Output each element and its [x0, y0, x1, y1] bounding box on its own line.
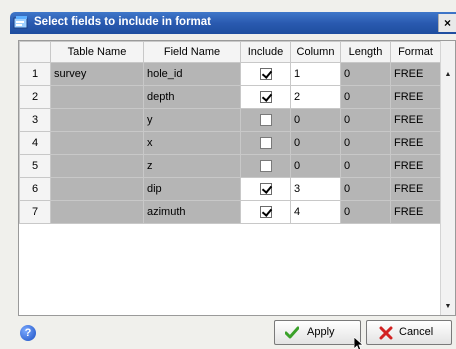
include-checkbox[interactable]: [259, 91, 272, 104]
apply-button[interactable]: Apply: [274, 320, 361, 345]
length-cell[interactable]: 0: [340, 131, 391, 155]
table-name-cell: [50, 177, 144, 201]
format-cell[interactable]: FREE: [390, 62, 441, 86]
column-header-table-name[interactable]: Table Name: [50, 41, 144, 63]
close-button[interactable]: ×: [438, 14, 456, 32]
checkmark-icon: [285, 326, 299, 339]
row-number[interactable]: 4: [19, 131, 51, 155]
format-cell[interactable]: FREE: [390, 154, 441, 178]
field-name-cell: hole_id: [143, 62, 241, 86]
table-name-cell: survey: [50, 62, 144, 86]
mouse-cursor-icon: [354, 337, 364, 349]
table-name-cell: [50, 131, 144, 155]
table-row[interactable]: 3 y 0 0 FREE: [19, 108, 441, 132]
include-cell[interactable]: [240, 131, 291, 155]
format-cell[interactable]: FREE: [390, 108, 441, 132]
row-number[interactable]: 6: [19, 177, 51, 201]
table-name-cell: [50, 108, 144, 132]
fields-grid: Table Name Field Name Include Column Len…: [18, 40, 456, 316]
include-checkbox[interactable]: [259, 68, 272, 81]
include-checkbox[interactable]: [259, 137, 272, 150]
dialog-window: Select fields to include in format × Tab…: [0, 0, 456, 349]
apply-label: Apply: [307, 326, 335, 338]
include-checkbox[interactable]: [259, 160, 272, 173]
column-cell[interactable]: 0: [290, 131, 341, 155]
row-number[interactable]: 5: [19, 154, 51, 178]
title-bar[interactable]: Select fields to include in format ×: [10, 12, 456, 34]
scroll-down-arrow-icon[interactable]: ▼: [441, 299, 455, 315]
column-cell[interactable]: 4: [290, 200, 341, 224]
vertical-scrollbar[interactable]: ▲ ▼: [440, 41, 455, 315]
length-cell[interactable]: 0: [340, 108, 391, 132]
column-header-format[interactable]: Format: [390, 41, 441, 63]
table-row[interactable]: 1 survey hole_id 1 0 FREE: [19, 62, 441, 86]
table-name-cell: [50, 85, 144, 109]
table-row[interactable]: 6 dip 3 0 FREE: [19, 177, 441, 201]
include-cell[interactable]: [240, 200, 291, 224]
table-row[interactable]: 2 depth 2 0 FREE: [19, 85, 441, 109]
include-cell[interactable]: [240, 154, 291, 178]
length-cell[interactable]: 0: [340, 62, 391, 86]
column-cell[interactable]: 3: [290, 177, 341, 201]
scroll-up-arrow-icon[interactable]: ▲: [441, 67, 455, 83]
length-cell[interactable]: 0: [340, 85, 391, 109]
column-cell[interactable]: 1: [290, 62, 341, 86]
include-cell[interactable]: [240, 85, 291, 109]
include-cell[interactable]: [240, 62, 291, 86]
include-checkbox[interactable]: [259, 206, 272, 219]
field-name-cell: z: [143, 154, 241, 178]
include-cell[interactable]: [240, 177, 291, 201]
red-x-icon: [379, 326, 393, 340]
fields-table: Table Name Field Name Include Column Len…: [19, 41, 441, 224]
corner-header: [19, 41, 51, 63]
table-name-cell: [50, 200, 144, 224]
format-cell[interactable]: FREE: [390, 200, 441, 224]
dialog-body: Table Name Field Name Include Column Len…: [10, 34, 456, 349]
cancel-button[interactable]: Cancel: [366, 320, 452, 345]
length-cell[interactable]: 0: [340, 154, 391, 178]
column-header-length[interactable]: Length: [340, 41, 391, 63]
length-cell[interactable]: 0: [340, 200, 391, 224]
row-number[interactable]: 2: [19, 85, 51, 109]
row-number[interactable]: 7: [19, 200, 51, 224]
cancel-label: Cancel: [399, 326, 434, 338]
field-name-cell: dip: [143, 177, 241, 201]
window-title: Select fields to include in format: [34, 16, 212, 28]
format-cell[interactable]: FREE: [390, 85, 441, 109]
field-name-cell: y: [143, 108, 241, 132]
table-row[interactable]: 4 x 0 0 FREE: [19, 131, 441, 155]
field-name-cell: depth: [143, 85, 241, 109]
length-cell[interactable]: 0: [340, 177, 391, 201]
help-icon[interactable]: ?: [20, 325, 36, 341]
table-row[interactable]: 7 azimuth 4 0 FREE: [19, 200, 441, 224]
row-number[interactable]: 3: [19, 108, 51, 132]
field-name-cell: x: [143, 131, 241, 155]
column-header-include[interactable]: Include: [240, 41, 291, 63]
format-cell[interactable]: FREE: [390, 177, 441, 201]
table-name-cell: [50, 154, 144, 178]
include-cell[interactable]: [240, 108, 291, 132]
format-cell[interactable]: FREE: [390, 131, 441, 155]
table-row[interactable]: 5 z 0 0 FREE: [19, 154, 441, 178]
row-number[interactable]: 1: [19, 62, 51, 86]
grid-header-row: Table Name Field Name Include Column Len…: [19, 41, 441, 63]
app-icon: [13, 16, 28, 29]
include-checkbox[interactable]: [259, 183, 272, 196]
field-name-cell: azimuth: [143, 200, 241, 224]
column-cell[interactable]: 0: [290, 108, 341, 132]
column-cell[interactable]: 2: [290, 85, 341, 109]
column-header-column[interactable]: Column: [290, 41, 341, 63]
column-header-field-name[interactable]: Field Name: [143, 41, 241, 63]
include-checkbox[interactable]: [259, 114, 272, 127]
column-cell[interactable]: 0: [290, 154, 341, 178]
